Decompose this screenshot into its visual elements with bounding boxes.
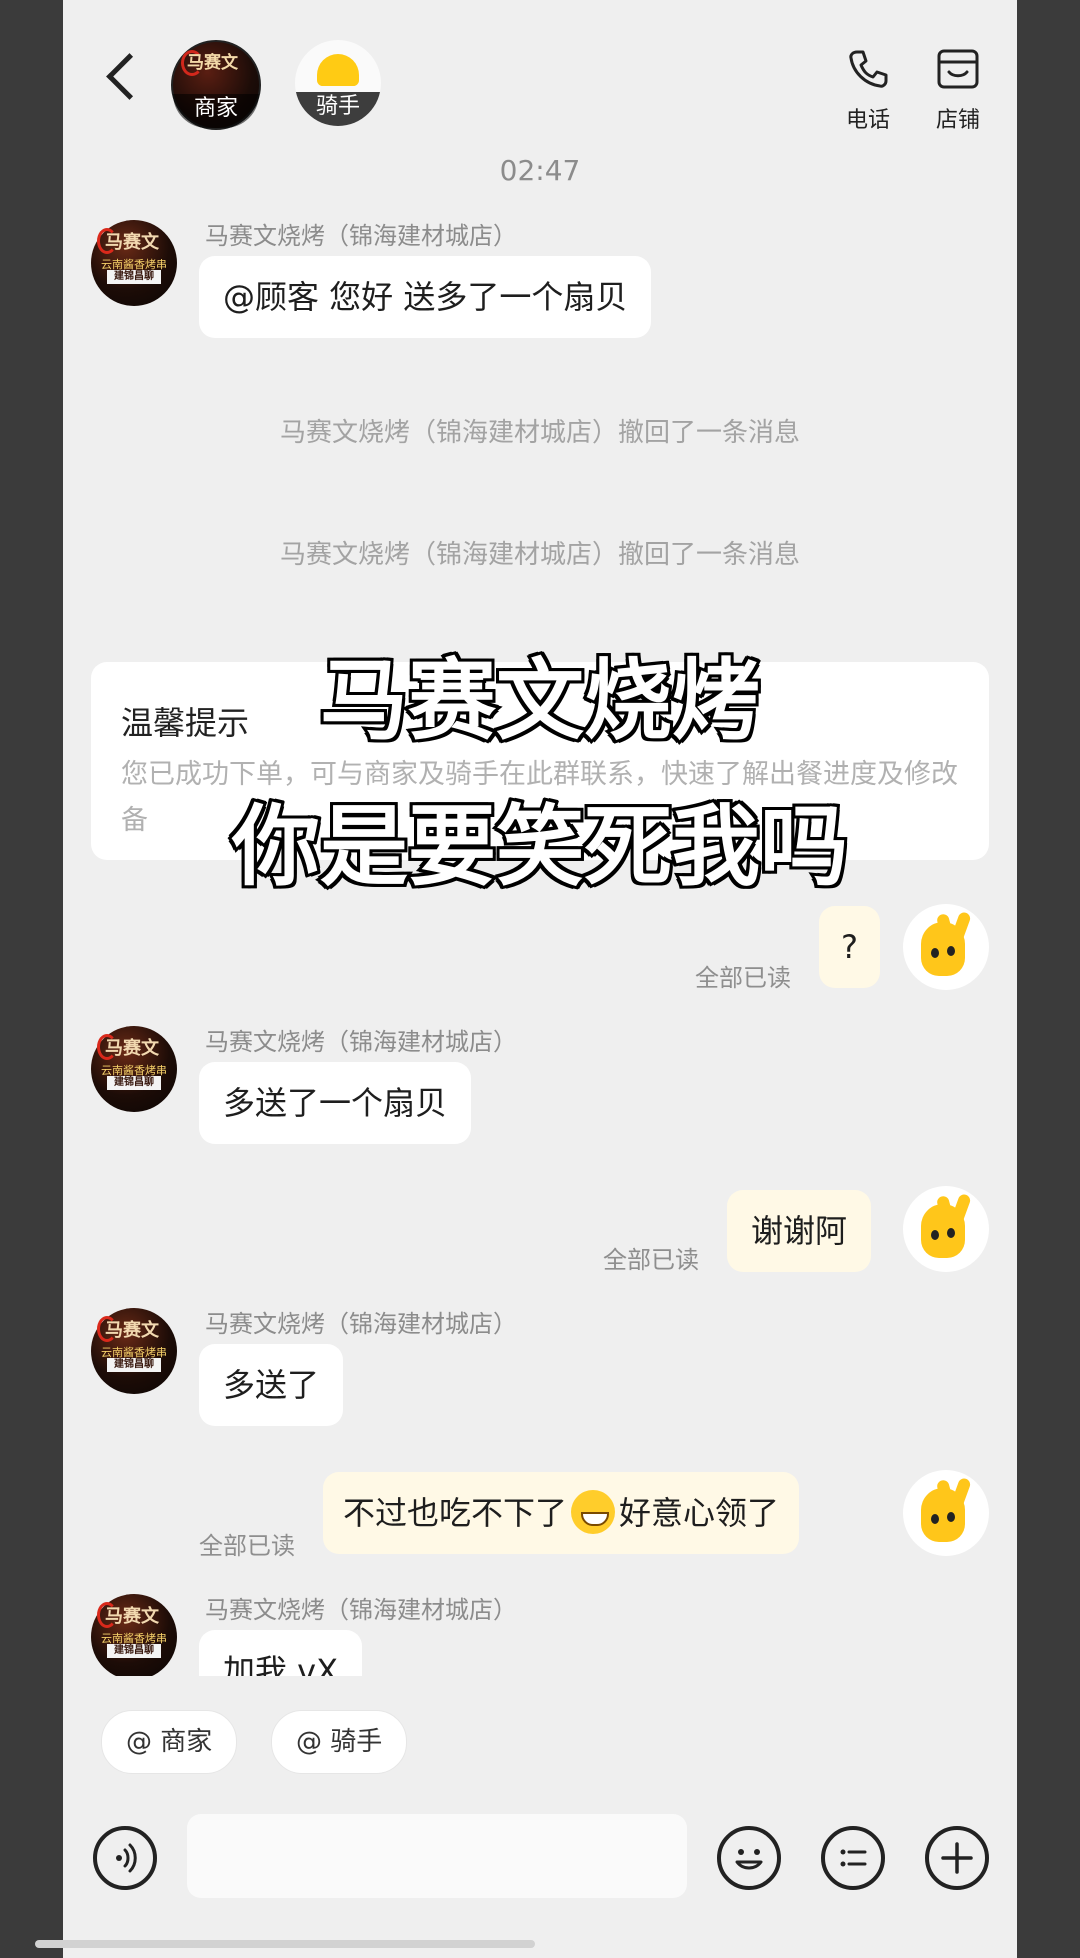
smile-icon [735, 1849, 763, 1870]
read-status: 全部已读 [603, 1246, 699, 1274]
phone-button[interactable]: 电话 [833, 46, 903, 134]
my-message-bubble[interactable]: 不过也吃不下了 好意心领了 [323, 1472, 800, 1554]
store-icon [937, 49, 979, 89]
message-bubble[interactable]: 多送了一个扇贝 [199, 1062, 472, 1144]
sender-name: 马赛文烧烤（锦海建材城店） [205, 1028, 517, 1056]
my-message-bubble[interactable]: 谢谢阿 [727, 1190, 872, 1272]
caption-line-1: 马赛文烧烤 [317, 646, 763, 755]
store-label: 店铺 [935, 108, 980, 133]
my-message-bubble[interactable]: ? [819, 906, 880, 988]
input-row [63, 1788, 1017, 1918]
rider-avatar[interactable]: 骑手 [295, 40, 381, 126]
shop-avatar-tag: 商家 [173, 94, 259, 128]
read-status: 全部已读 [199, 1532, 295, 1560]
sender-name: 马赛文烧烤（锦海建材城店） [205, 1310, 517, 1338]
my-avatar[interactable] [903, 904, 989, 990]
quick-reply-button[interactable] [821, 1826, 885, 1890]
recall-notice: 马赛文烧烤（锦海建材城店）撤回了一条消息 [279, 540, 800, 570]
message-timestamp: 02:47 [499, 154, 581, 187]
mascot-icon [921, 1204, 965, 1258]
emoji-button[interactable] [717, 1826, 781, 1890]
back-button[interactable] [106, 53, 153, 100]
message-input[interactable] [187, 1814, 687, 1898]
rider-helmet-icon [317, 54, 359, 86]
home-indicator[interactable] [35, 1940, 535, 1948]
avatar-text-badge: 建锦昌聊 [107, 270, 161, 284]
frame-right [1017, 0, 1080, 1958]
my-avatar[interactable] [903, 1470, 989, 1556]
avatar-text-badge: 建锦昌聊 [107, 1076, 161, 1090]
avatar-text-brand: 马赛文 [105, 232, 159, 253]
avatar-text-brand: 马赛文 [105, 1606, 159, 1627]
shop-message-avatar[interactable]: 马赛文 云南酱香烤串 建锦昌聊 [91, 1026, 177, 1112]
mascot-icon [921, 922, 965, 976]
composer-area: @ 商家 @ 骑手 [63, 1676, 1017, 1958]
my-avatar[interactable] [903, 1186, 989, 1272]
message-text: 好意心领了 [619, 1494, 780, 1532]
avatar-text-badge: 建锦昌聊 [107, 1358, 161, 1372]
shop-message-avatar[interactable]: 马赛文 云南酱香烤串 建锦昌聊 [91, 1308, 177, 1394]
mention-rider-chip[interactable]: @ 骑手 [271, 1710, 408, 1774]
chat-screen: 马赛文 商家 骑手 电话 店铺 02:47 马赛文 云南酱香烤串 建锦昌聊 马赛… [63, 0, 1017, 1958]
voice-button[interactable] [93, 1826, 157, 1890]
chat-header: 马赛文 商家 骑手 电话 店铺 [63, 0, 1017, 150]
avatar-text-brand: 马赛文 [105, 1320, 159, 1341]
mention-shop-chip[interactable]: @ 商家 [101, 1710, 238, 1774]
avatar-text-badge: 建锦昌聊 [107, 1644, 161, 1658]
sender-name: 马赛文烧烤（锦海建材城店） [205, 222, 517, 250]
frame-left [0, 0, 63, 1958]
shop-message-avatar[interactable]: 马赛文 云南酱香烤串 建锦昌聊 [91, 1594, 177, 1680]
shop-avatar-mark: 马赛文 [187, 53, 238, 73]
plus-icon [941, 1842, 973, 1874]
shop-avatar[interactable]: 马赛文 商家 [171, 40, 261, 130]
recall-notice: 马赛文烧烤（锦海建材城店）撤回了一条消息 [279, 418, 800, 448]
read-status: 全部已读 [695, 964, 791, 992]
phone-label: 电话 [845, 108, 890, 133]
sender-name: 马赛文烧烤（锦海建材城店） [205, 1596, 517, 1624]
grin-emoji-icon [571, 1490, 616, 1534]
shop-message-avatar[interactable]: 马赛文 云南酱香烤串 建锦昌聊 [91, 220, 177, 306]
message-bubble[interactable]: 多送了 [199, 1344, 344, 1426]
avatar-text-brand: 马赛文 [105, 1038, 159, 1059]
store-button[interactable]: 店铺 [923, 46, 993, 134]
rider-avatar-tag: 骑手 [295, 92, 381, 126]
mascot-icon [921, 1488, 965, 1542]
message-text: 不过也吃不下了 [343, 1494, 568, 1532]
list-icon [840, 1849, 867, 1867]
message-bubble[interactable]: @顾客 您好 送多了一个扇贝 [199, 256, 652, 338]
phone-icon [849, 50, 888, 88]
caption-line-2: 你是要笑死我吗 [229, 792, 851, 901]
voice-icon [116, 1843, 137, 1873]
more-button[interactable] [925, 1826, 989, 1890]
